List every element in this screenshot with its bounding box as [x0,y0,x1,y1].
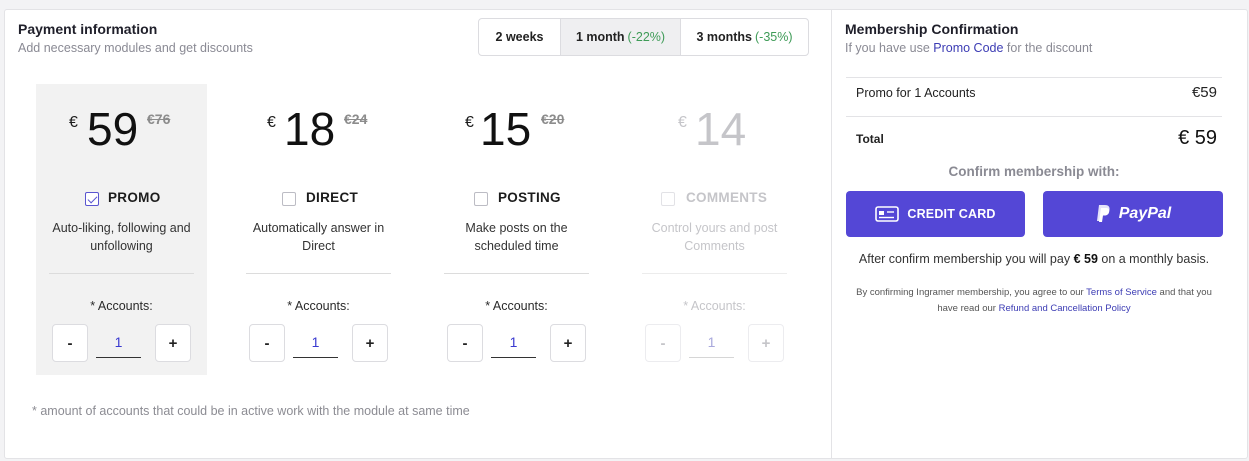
module-name: COMMENTS [686,190,768,205]
quantity-input[interactable] [96,326,141,358]
quantity-stepper: - + [249,324,388,364]
price-amount: 14 [695,103,747,155]
module-name: DIRECT [306,190,359,205]
subtitle-text: for the discount [1003,41,1093,55]
module-description: Automatically answer in Direct [252,221,385,253]
paypal-label: PayPal [1118,205,1172,222]
module-checkbox [661,192,675,206]
period-label: 1 month [575,30,625,44]
increment-button[interactable]: + [550,324,586,362]
period-discount: (-35%) [755,30,793,44]
accounts-label: * Accounts: [485,299,548,313]
module-posting[interactable]: € 15 €20 POSTING Make posts on the sched… [431,84,602,375]
module-name: POSTING [498,190,561,205]
module-description: Auto-liking, following and unfollowing [52,221,191,253]
credit-card-label: CREDIT CARD [907,207,996,221]
price-amount: 59 [87,103,139,155]
accounts-label: * Accounts: [90,299,153,313]
credit-card-button[interactable]: CREDIT CARD [846,191,1025,237]
period-1-month[interactable]: 1 month (-22%) [561,19,681,55]
module-promo[interactable]: € 59 €76 PROMO Auto-liking, following an… [36,84,207,375]
accounts-footnote: * amount of accounts that could be in ac… [32,404,470,418]
billing-text: After confirm membership you will pay [858,252,1074,266]
credit-card-icon [875,206,900,222]
divider [846,77,1222,78]
period-3-months[interactable]: 3 months (-35%) [681,19,808,55]
billing-amount: € 59 [1073,252,1098,266]
legal-text: By confirming Ingramer membership, you a… [856,287,1087,298]
old-price: €24 [344,111,368,127]
period-selector: 2 weeks 1 month (-22%) 3 months (-35%) [478,18,809,56]
module-price: € 14 [629,104,800,154]
module-separator [246,273,391,274]
module-separator [444,273,589,274]
accounts-label: * Accounts: [683,299,746,313]
module-checkbox[interactable] [474,192,488,206]
module-direct[interactable]: € 18 €24 DIRECT Automatically answer in … [233,84,404,375]
confirm-with-label: Confirm membership with: [948,164,1120,179]
quantity-input[interactable] [293,326,338,358]
quantity-input[interactable] [491,326,536,358]
divider [846,116,1222,117]
billing-note: After confirm membership you will pay € … [846,252,1222,266]
quantity-stepper: - + [447,324,586,364]
promo-code-link[interactable]: Promo Code [933,41,1003,55]
subtitle-text: If you have use [845,41,934,55]
total-value: € 59 [1178,127,1217,149]
total-label: Total [856,132,884,146]
module-name: PROMO [108,190,161,205]
paypal-icon [1095,204,1111,224]
period-label: 3 months [696,30,753,44]
module-separator [49,273,194,274]
old-price: €76 [147,111,171,127]
currency-symbol: € [267,114,276,131]
module-checkbox[interactable] [282,192,296,206]
period-discount: (-22%) [627,30,666,44]
module-price: € 59 €76 [36,104,207,154]
increment-button: + [748,324,784,362]
payment-subtitle: Add necessary modules and get discounts [18,41,253,55]
quantity-stepper: - + [52,324,191,364]
currency-symbol: € [465,114,474,131]
confirmation-title: Membership Confirmation [845,21,1019,37]
period-2-weeks[interactable]: 2 weeks [479,19,561,55]
decrement-button: - [645,324,681,362]
period-label: 2 weeks [495,30,544,44]
terms-link[interactable]: Terms of Service [1086,287,1157,298]
module-comments: € 14 COMMENTS Control yours and post Com… [629,84,800,375]
quantity-input [689,326,734,358]
billing-text: on a monthly basis. [1097,252,1210,266]
confirmation-subtitle: If you have use Promo Code for the disco… [845,41,1092,55]
payment-title: Payment information [18,21,158,37]
module-separator [642,273,787,274]
line-item-label: Promo for 1 Accounts [856,86,976,100]
refund-policy-link[interactable]: Refund and Cancellation Policy [999,303,1131,314]
old-price: €20 [541,111,565,127]
decrement-button[interactable]: - [249,324,285,362]
decrement-button[interactable]: - [447,324,483,362]
module-price: € 15 €20 [431,104,602,154]
paypal-button[interactable]: PayPal [1043,191,1223,237]
quantity-stepper: - + [645,324,784,364]
decrement-button[interactable]: - [52,324,88,362]
increment-button[interactable]: + [352,324,388,362]
price-amount: 15 [480,103,532,155]
accounts-label: * Accounts: [287,299,350,313]
panel-divider [831,10,832,458]
line-item-value: €59 [1191,84,1217,101]
legal-note: By confirming Ingramer membership, you a… [846,285,1222,317]
module-checkbox[interactable] [85,192,99,206]
currency-symbol: € [69,114,78,131]
module-description: Control yours and post Comments [651,221,778,253]
increment-button[interactable]: + [155,324,191,362]
currency-symbol: € [678,114,687,131]
module-price: € 18 €24 [233,104,404,154]
module-description: Make posts on the scheduled time [465,221,568,253]
price-amount: 18 [284,103,336,155]
